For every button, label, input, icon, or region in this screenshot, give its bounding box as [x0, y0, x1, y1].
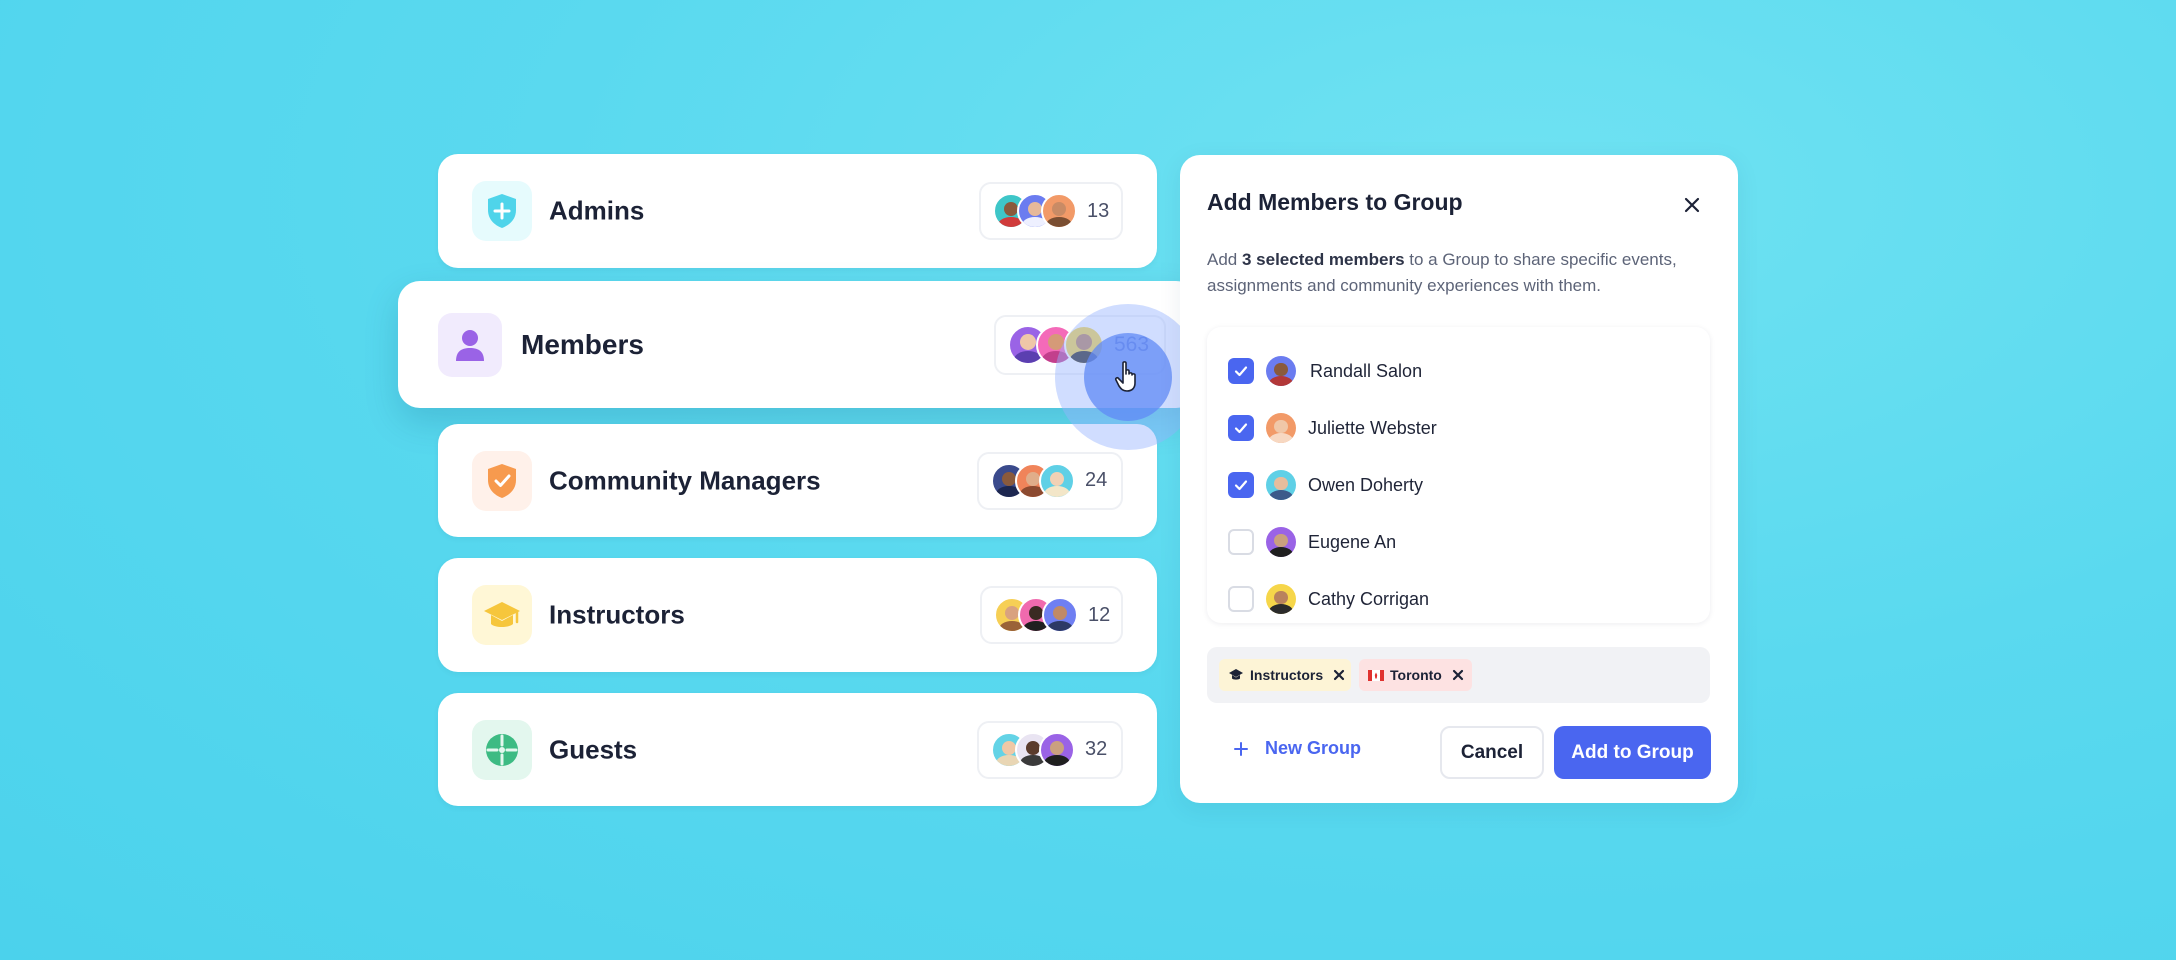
check-icon	[1234, 423, 1248, 434]
member-count-pill[interactable]: 12	[980, 586, 1123, 644]
member-count-pill[interactable]: 24	[977, 451, 1123, 510]
member-count: 32	[1085, 738, 1108, 760]
checkbox-checked[interactable]	[1228, 472, 1254, 498]
canada-flag-icon	[1368, 669, 1384, 681]
member-count: 13	[1087, 199, 1110, 222]
member-name: Randall Salon	[1310, 360, 1423, 381]
dialog-title: Add Members to Group	[1207, 189, 1463, 215]
avatar	[1266, 356, 1296, 386]
dialog-description: Add 3 selected members to a Group to sha…	[1207, 247, 1707, 299]
selected-groups-bar[interactable]: Instructors Toronto	[1207, 647, 1710, 703]
add-to-group-button[interactable]: Add to Group	[1554, 726, 1711, 779]
group-name: Admins	[549, 195, 645, 226]
group-card-members[interactable]: Members 563	[398, 281, 1198, 408]
new-group-label: New Group	[1265, 738, 1362, 758]
remove-tag-icon[interactable]	[1333, 669, 1345, 681]
checkbox-unchecked[interactable]	[1228, 529, 1254, 555]
group-name: Instructors	[549, 599, 685, 630]
avatar	[1039, 731, 1075, 768]
member-row[interactable]: Randall Salon	[1228, 351, 1422, 391]
checkbox-checked[interactable]	[1228, 415, 1254, 441]
close-button[interactable]	[1680, 193, 1704, 217]
member-row[interactable]: Owen Doherty	[1228, 465, 1423, 505]
avatar	[1039, 462, 1075, 499]
member-count-pill[interactable]: 13	[979, 182, 1123, 240]
member-name: Owen Doherty	[1308, 474, 1424, 495]
group-name: Guests	[549, 734, 638, 764]
graduation-cap-icon	[472, 585, 532, 645]
member-count: 12	[1088, 603, 1111, 626]
check-icon	[1234, 366, 1248, 377]
remove-tag-icon[interactable]	[1452, 669, 1464, 681]
cancel-button[interactable]: Cancel	[1440, 726, 1544, 779]
description-selected-count: 3 selected members	[1241, 250, 1405, 269]
description-prefix: Add	[1207, 250, 1242, 269]
member-name: Cathy Corrigan	[1308, 588, 1430, 609]
avatar	[1266, 470, 1296, 500]
member-row[interactable]: Cathy Corrigan	[1228, 579, 1429, 619]
member-count: 24	[1085, 469, 1108, 491]
member-row[interactable]: Juliette Webster	[1228, 408, 1437, 448]
group-name: Community Managers	[549, 465, 821, 495]
plus-icon	[1233, 741, 1249, 757]
avatar	[1266, 584, 1296, 614]
close-icon	[1684, 197, 1700, 213]
add-members-dialog: Add Members to Group Add 3 selected memb…	[1180, 155, 1738, 803]
member-name: Juliette Webster	[1308, 417, 1437, 438]
hand-cursor-icon	[1114, 360, 1142, 394]
member-list: Randall Salon Juliette Webster Owen Dohe…	[1207, 327, 1710, 623]
group-card-instructors[interactable]: Instructors 12	[438, 558, 1157, 672]
tag-label: Toronto	[1390, 667, 1442, 683]
avatar	[1042, 597, 1078, 633]
compass-icon	[472, 719, 532, 780]
new-group-button[interactable]: New Group	[1233, 738, 1361, 759]
tag-toronto: Toronto	[1359, 659, 1472, 691]
checkbox-checked[interactable]	[1228, 358, 1254, 384]
avatar	[1064, 324, 1104, 365]
member-name: Eugene An	[1308, 531, 1397, 552]
group-card-guests[interactable]: Guests 32	[438, 693, 1157, 806]
shield-check-icon	[472, 450, 532, 511]
group-card-admins[interactable]: Admins 13	[438, 154, 1157, 268]
avatar	[1041, 193, 1077, 229]
group-name: Members	[521, 328, 644, 360]
member-row[interactable]: Eugene An	[1228, 522, 1396, 562]
graduation-cap-icon	[1228, 668, 1244, 682]
tag-instructors: Instructors	[1219, 659, 1351, 691]
avatar	[1266, 527, 1296, 557]
user-icon	[438, 312, 502, 377]
tag-label: Instructors	[1250, 667, 1324, 683]
avatar	[1266, 413, 1296, 443]
checkbox-unchecked[interactable]	[1228, 586, 1254, 612]
member-count: 563	[1114, 332, 1150, 356]
check-icon	[1234, 480, 1248, 491]
group-card-community-managers[interactable]: Community Managers 24	[438, 424, 1157, 537]
member-count-pill[interactable]: 32	[977, 720, 1123, 779]
shield-plus-icon	[472, 181, 532, 241]
